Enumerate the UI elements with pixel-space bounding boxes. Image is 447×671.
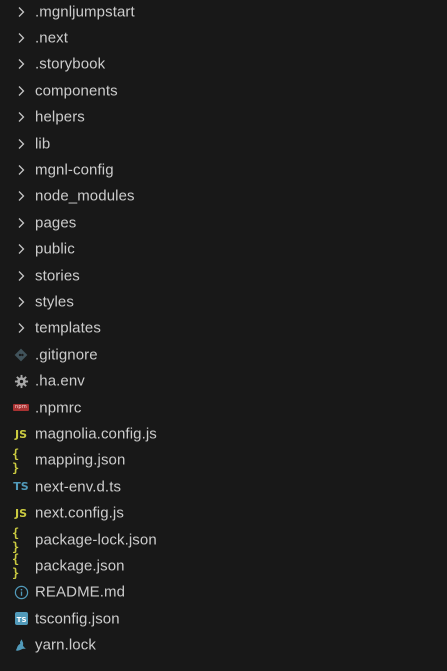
git-icon	[12, 342, 30, 368]
file-name: README.md	[35, 583, 126, 601]
tsconfig-icon: TS	[12, 606, 30, 632]
folder-name: .storybook	[35, 55, 106, 73]
tree-file-row[interactable]: { } package-lock.json	[0, 525, 447, 554]
file-name: tsconfig.json	[35, 610, 120, 628]
info-icon	[12, 579, 30, 605]
tree-file-row[interactable]: JS magnolia.config.js	[0, 421, 447, 447]
chevron-right-icon	[12, 51, 30, 77]
folder-name: components	[35, 82, 118, 100]
tree-folder-row[interactable]: .next	[0, 25, 447, 51]
json-icon: { }	[12, 446, 19, 475]
tree-folder-row[interactable]: mgnl-config	[0, 157, 447, 183]
file-name: yarn.lock	[35, 636, 96, 654]
file-name: magnolia.config.js	[35, 425, 157, 443]
tree-folder-row[interactable]: pages	[0, 210, 447, 236]
chevron-right-icon	[12, 0, 30, 25]
npm-icon: npm	[12, 404, 30, 412]
tree-file-row[interactable]: .ha.env	[0, 368, 447, 394]
folder-name: mgnl-config	[35, 161, 114, 179]
typescript-icon: TS	[13, 480, 29, 494]
tree-folder-row[interactable]: templates	[0, 315, 447, 341]
file-name: next-env.d.ts	[35, 478, 122, 496]
folder-name: .mgnljumpstart	[35, 3, 135, 21]
javascript-icon: JS	[14, 427, 27, 441]
chevron-right-icon	[12, 157, 30, 183]
tree-file-row[interactable]: .gitignore	[0, 342, 447, 368]
tree-file-row[interactable]: README.md	[0, 579, 447, 605]
json-icon: { }	[12, 525, 19, 554]
tree-folder-row[interactable]: .storybook	[0, 51, 447, 77]
file-name: .gitignore	[35, 346, 98, 364]
javascript-icon: JS	[14, 506, 27, 520]
file-name: .ha.env	[35, 372, 85, 390]
folder-name: stories	[35, 267, 80, 285]
tree-file-row[interactable]: { } mapping.json	[0, 446, 447, 475]
tree-file-row[interactable]: TS tsconfig.json	[0, 606, 447, 632]
folder-name: lib	[35, 135, 51, 153]
folder-name: templates	[35, 319, 101, 337]
tree-file-row[interactable]: yarn.lock	[0, 632, 447, 658]
file-name: next.config.js	[35, 504, 124, 522]
tree-folder-row[interactable]: lib	[0, 131, 447, 157]
tree-folder-row[interactable]: .mgnljumpstart	[0, 0, 447, 25]
tree-folder-row[interactable]: styles	[0, 289, 447, 315]
tree-folder-row[interactable]: stories	[0, 263, 447, 289]
folder-name: styles	[35, 293, 74, 311]
folder-name: .next	[35, 29, 69, 47]
chevron-right-icon	[12, 25, 30, 51]
file-name: package.json	[35, 557, 125, 575]
folder-name: helpers	[35, 108, 85, 126]
tree-file-row[interactable]: { } package.json	[0, 552, 447, 581]
tree-file-row[interactable]: npm .npmrc	[0, 395, 447, 421]
tree-folder-row[interactable]: node_modules	[0, 183, 447, 209]
chevron-right-icon	[12, 131, 30, 157]
file-explorer: .mgnljumpstart .next .storybook components h…	[0, 0, 447, 671]
chevron-right-icon	[12, 263, 30, 289]
folder-name: public	[35, 240, 75, 258]
chevron-right-icon	[12, 210, 30, 236]
chevron-right-icon	[12, 78, 30, 104]
json-icon: { }	[12, 552, 19, 581]
gear-icon	[12, 368, 30, 394]
tree-folder-row[interactable]: helpers	[0, 104, 447, 130]
chevron-right-icon	[12, 315, 30, 341]
file-name: package-lock.json	[35, 531, 157, 549]
chevron-right-icon	[12, 104, 30, 130]
folder-name: pages	[35, 214, 77, 232]
file-name: mapping.json	[35, 451, 126, 469]
yarn-icon	[12, 632, 30, 658]
tree-file-row[interactable]: JS next.config.js	[0, 500, 447, 526]
tree-folder-row[interactable]: components	[0, 78, 447, 104]
chevron-right-icon	[12, 183, 30, 209]
folder-name: node_modules	[35, 187, 135, 205]
tree-file-row[interactable]: TS next-env.d.ts	[0, 474, 447, 500]
tree-folder-row[interactable]: public	[0, 236, 447, 262]
chevron-right-icon	[12, 289, 30, 315]
file-name: .npmrc	[35, 399, 82, 417]
chevron-right-icon	[12, 236, 30, 262]
